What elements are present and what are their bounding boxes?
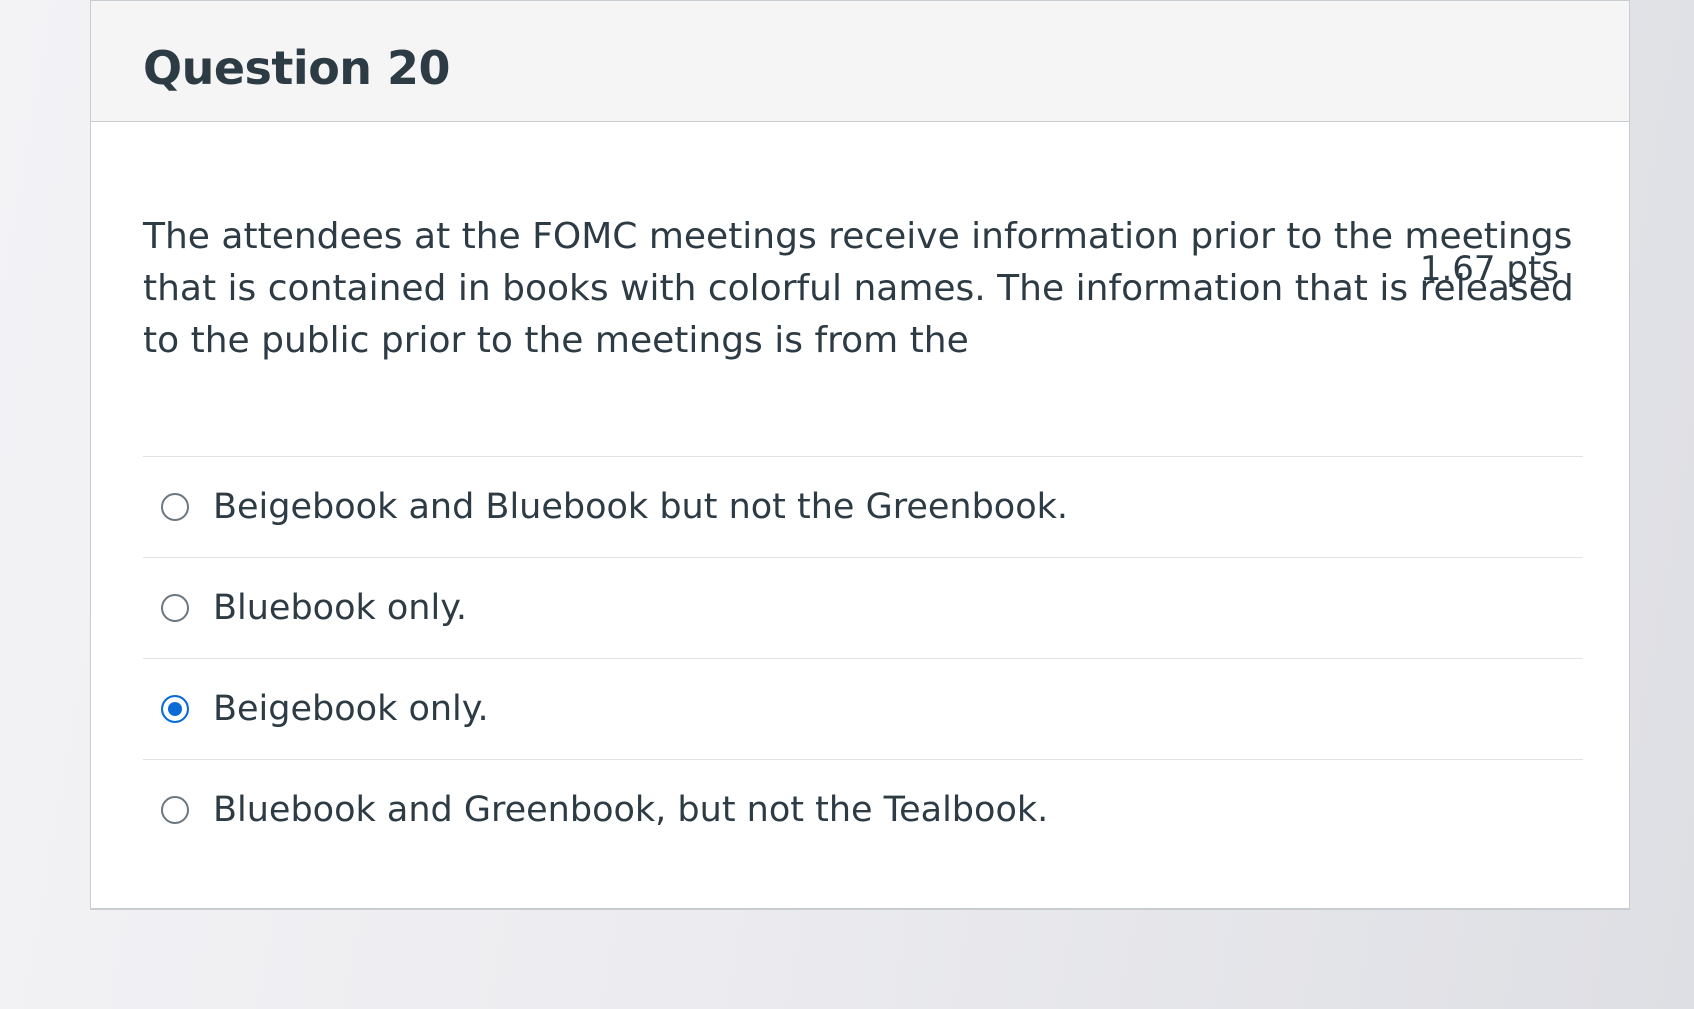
answer-option-2[interactable]: Bluebook only.: [143, 557, 1583, 658]
answer-option-4[interactable]: Bluebook and Greenbook, but not the Teal…: [143, 759, 1583, 860]
answer-label[interactable]: Beigebook only.: [213, 689, 489, 729]
radio-button-unchecked-icon[interactable]: [161, 594, 189, 622]
answer-label[interactable]: Beigebook and Bluebook but not the Green…: [213, 487, 1068, 527]
card-bottom-border: [91, 908, 1629, 909]
question-text: The attendees at the FOMC meetings recei…: [143, 216, 1574, 361]
answer-option-3[interactable]: Beigebook only.: [143, 658, 1583, 759]
radio-button-checked-icon[interactable]: [161, 695, 189, 723]
question-title: Question 20: [143, 41, 451, 95]
answer-label[interactable]: Bluebook and Greenbook, but not the Teal…: [213, 790, 1048, 830]
question-card: Question 20 1.67 pts The attendees at th…: [90, 0, 1630, 910]
answer-label[interactable]: Bluebook only.: [213, 588, 467, 628]
answer-option-1[interactable]: Beigebook and Bluebook but not the Green…: [143, 456, 1583, 557]
question-header: Question 20: [91, 1, 1629, 122]
radio-button-unchecked-icon[interactable]: [161, 493, 189, 521]
radio-button-unchecked-icon[interactable]: [161, 796, 189, 824]
answer-list: Beigebook and Bluebook but not the Green…: [143, 456, 1583, 860]
